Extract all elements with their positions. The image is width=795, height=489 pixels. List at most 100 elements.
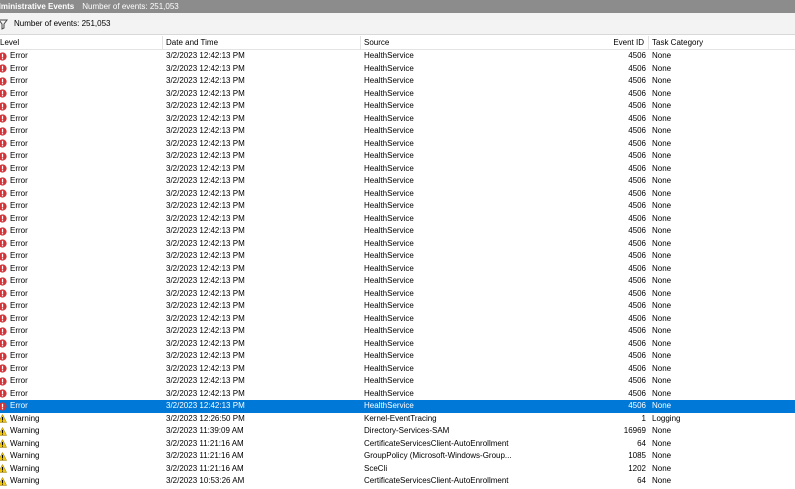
event-row[interactable]: Warning 3/2/2023 12:26:50 PM Kernel-EventT… — [0, 413, 795, 426]
event-row[interactable]: Error 3/2/2023 12:42:13 PM HealthService 45… — [0, 250, 795, 263]
level-cell: Error — [0, 138, 163, 151]
column-header-date-time[interactable]: Date and Time — [163, 36, 361, 50]
event-row[interactable]: Error 3/2/2023 12:42:13 PM HealthService 45… — [0, 138, 795, 151]
event-row[interactable]: Error 3/2/2023 12:42:13 PM HealthService 45… — [0, 113, 795, 126]
date-time-cell: 3/2/2023 12:42:13 PM — [166, 163, 245, 173]
source-cell: GroupPolicy (Microsoft-Windows-Group... — [364, 451, 512, 460]
date-time-cell: 3/2/2023 12:42:13 PM — [166, 301, 245, 310]
event-row[interactable]: Error 3/2/2023 12:42:13 PM HealthService 45… — [0, 288, 795, 301]
event-row[interactable]: Error 3/2/2023 12:42:13 PM HealthService 45… — [0, 88, 795, 101]
event-row[interactable]: Error 3/2/2023 12:42:13 PM HealthService 45… — [0, 200, 795, 213]
event-row[interactable]: Error 3/2/2023 12:42:13 PM HealthService 45… — [0, 325, 795, 338]
task-category-cell: None — [652, 463, 672, 473]
event-row[interactable]: Error 3/2/2023 12:42:13 PM HealthService 45… — [0, 100, 795, 113]
event-id-cell: 4506 — [628, 301, 646, 310]
level-text: Error — [10, 401, 28, 410]
level-text: Warning — [10, 451, 40, 460]
event-row[interactable]: Error 3/2/2023 12:42:13 PM HealthService 45… — [0, 338, 795, 351]
event-row[interactable]: Warning 3/2/2023 11:21:16 AM GroupPolicy (… — [0, 450, 795, 463]
event-row[interactable]: Error 3/2/2023 12:42:13 PM HealthService 45… — [0, 150, 795, 163]
event-row[interactable]: Error 3/2/2023 12:42:13 PM HealthService 45… — [0, 75, 795, 88]
source-cell: HealthService — [364, 351, 414, 360]
event-row[interactable]: Error 3/2/2023 12:42:13 PM HealthService 45… — [0, 225, 795, 238]
task-category-cell: None — [652, 226, 672, 235]
level-text: Error — [10, 63, 28, 73]
level-text: Warning — [10, 426, 40, 435]
error-icon — [0, 289, 7, 298]
event-row[interactable]: Error 3/2/2023 12:42:13 PM HealthService 45… — [0, 213, 795, 226]
event-row[interactable]: Error 3/2/2023 12:42:13 PM HealthService 45… — [0, 63, 795, 76]
event-id-cell: 64 — [637, 438, 646, 448]
level-text: Warning — [10, 413, 40, 423]
event-id-cell: 16969 — [623, 426, 646, 435]
source-cell: HealthService — [364, 251, 414, 260]
date-time-cell: 3/2/2023 11:39:09 AM — [166, 426, 244, 435]
event-row[interactable]: Error 3/2/2023 12:42:13 PM HealthService 45… — [0, 238, 795, 251]
source-cell: HealthService — [364, 326, 414, 335]
date-time-cell: 3/2/2023 12:42:13 PM — [166, 63, 245, 73]
error-icon — [0, 339, 7, 348]
event-row[interactable]: Error 3/2/2023 12:42:13 PM HealthService 45… — [0, 263, 795, 276]
source-cell: HealthService — [364, 113, 414, 123]
error-icon — [0, 64, 7, 73]
level-cell: Warning — [0, 425, 163, 438]
event-id-cell: 1202 — [628, 463, 646, 473]
date-time-cell: 3/2/2023 10:53:26 AM — [166, 476, 245, 485]
event-id-cell: 4506 — [628, 213, 646, 223]
event-row[interactable]: Error 3/2/2023 12:42:13 PM HealthService 45… — [0, 50, 795, 63]
event-row[interactable]: Error 3/2/2023 12:42:13 PM HealthService 45… — [0, 300, 795, 313]
source-cell: HealthService — [364, 51, 414, 60]
warning-icon — [0, 451, 8, 461]
date-time-cell: 3/2/2023 12:42:13 PM — [166, 88, 245, 98]
column-header-task-category[interactable]: Task Category — [649, 36, 795, 50]
level-cell: Error — [0, 63, 163, 76]
level-text: Error — [10, 376, 28, 385]
error-icon — [0, 177, 7, 186]
event-rows: Error 3/2/2023 12:42:13 PM HealthService 45… — [0, 50, 795, 488]
source-cell: HealthService — [364, 238, 414, 248]
error-icon — [0, 252, 7, 261]
event-id-cell: 4506 — [628, 288, 646, 298]
event-row[interactable]: Error 3/2/2023 12:42:13 PM HealthService 45… — [0, 188, 795, 201]
source-cell: Directory-Services-SAM — [364, 426, 450, 435]
event-row[interactable]: Error 3/2/2023 12:42:13 PM HealthService 45… — [0, 363, 795, 376]
event-row[interactable]: Error 3/2/2023 12:42:13 PM HealthService 45… — [0, 163, 795, 176]
event-row[interactable]: Error 3/2/2023 12:42:13 PM HealthService 45… — [0, 125, 795, 138]
event-row[interactable]: Warning 3/2/2023 11:39:09 AM Directory-Ser… — [0, 425, 795, 438]
level-text: Error — [10, 163, 28, 173]
event-id-cell: 4506 — [628, 113, 646, 123]
task-category-cell: None — [652, 63, 672, 73]
event-row[interactable]: Warning 3/2/2023 11:21:16 AM CertificateSe… — [0, 438, 795, 451]
error-icon — [0, 302, 7, 311]
date-time-cell: 3/2/2023 12:42:13 PM — [166, 188, 245, 198]
level-text: Error — [10, 213, 28, 223]
level-cell: Error — [0, 363, 163, 376]
window-title: dministrative Events — [0, 2, 75, 11]
events-grid[interactable]: Level Date and Time Source Event ID Task… — [0, 36, 795, 489]
event-row[interactable]: Error 3/2/2023 12:42:13 PM HealthService 45… — [0, 350, 795, 363]
date-time-cell: 3/2/2023 12:42:13 PM — [166, 101, 245, 110]
level-cell: Error — [0, 288, 163, 301]
event-row[interactable]: Error 3/2/2023 12:42:13 PM HealthService 45… — [0, 400, 795, 413]
date-time-cell: 3/2/2023 12:42:13 PM — [166, 338, 245, 348]
task-category-cell: None — [652, 363, 672, 373]
column-header-level[interactable]: Level — [0, 36, 163, 50]
error-icon — [0, 139, 7, 148]
task-category-cell: None — [652, 388, 672, 398]
date-time-cell: 3/2/2023 12:42:13 PM — [166, 401, 245, 410]
event-row[interactable]: Warning 3/2/2023 10:53:26 AM CertificateSe… — [0, 475, 795, 488]
event-row[interactable]: Error 3/2/2023 12:42:13 PM HealthService 45… — [0, 175, 795, 188]
filter-event-count: Number of events: 251,053 — [14, 19, 111, 28]
event-row[interactable]: Error 3/2/2023 12:42:13 PM HealthService 45… — [0, 313, 795, 326]
filter-icon[interactable] — [0, 18, 8, 30]
level-cell: Error — [0, 213, 163, 226]
event-row[interactable]: Error 3/2/2023 12:42:13 PM HealthService 45… — [0, 388, 795, 401]
event-row[interactable]: Error 3/2/2023 12:42:13 PM HealthService 45… — [0, 275, 795, 288]
event-row[interactable]: Error 3/2/2023 12:42:13 PM HealthService 45… — [0, 375, 795, 388]
warning-icon — [0, 414, 8, 423]
event-row[interactable]: Warning 3/2/2023 11:21:16 AM SceCli 1202 Non… — [0, 463, 795, 476]
column-header-event-id[interactable]: Event ID — [361, 36, 649, 50]
source-cell: HealthService — [364, 276, 414, 285]
task-category-cell: None — [652, 88, 672, 98]
error-icon — [0, 164, 7, 173]
